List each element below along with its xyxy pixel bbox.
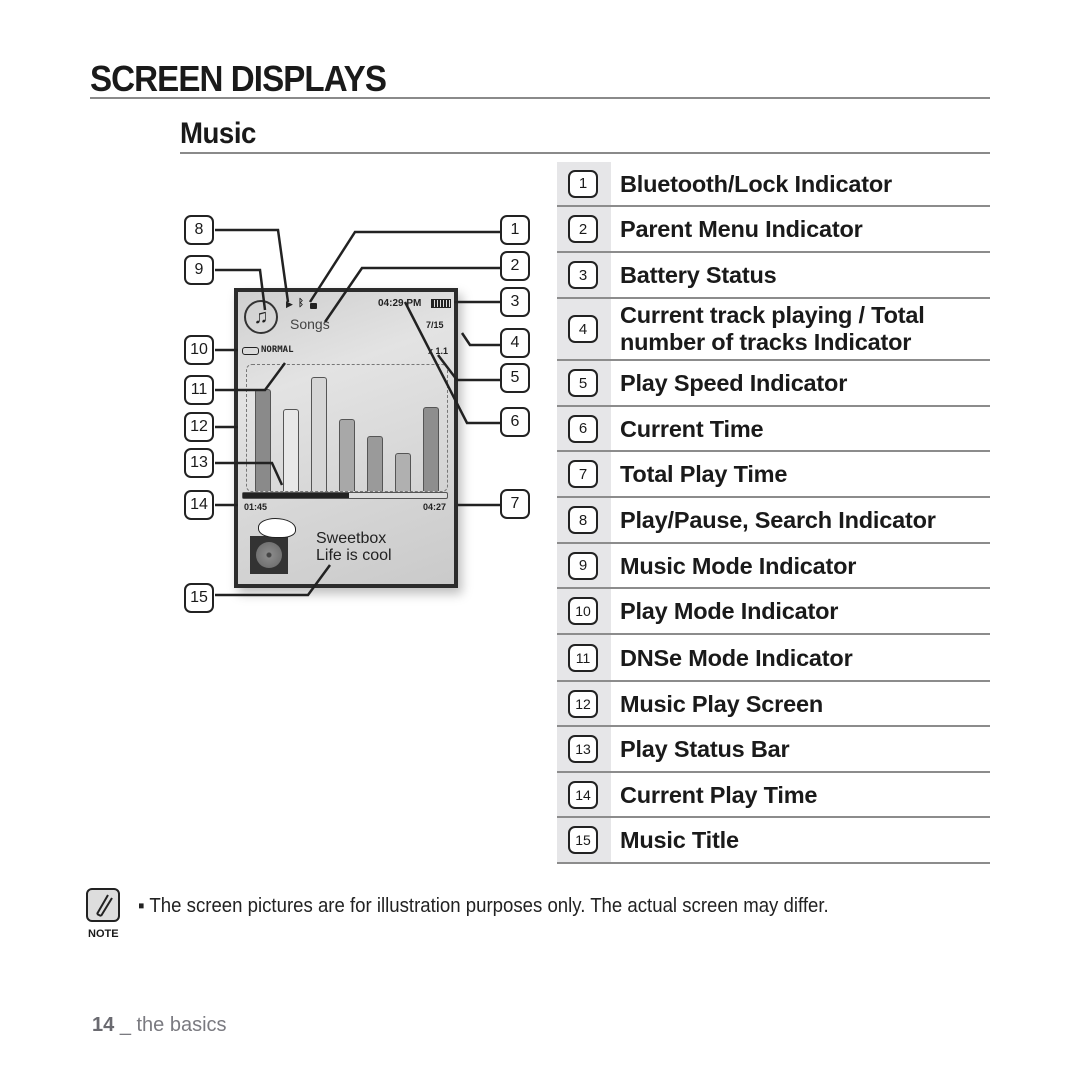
- callout-6: 6: [500, 407, 530, 437]
- legend-row: 13 Play Status Bar: [557, 727, 990, 773]
- note-text: ▪ The screen pictures are for illustrati…: [138, 895, 829, 918]
- legend-number-badge: 8: [568, 506, 598, 534]
- legend-number-badge: 13: [568, 735, 598, 763]
- callout-13: 13: [184, 448, 214, 478]
- legend-number-badge: 2: [568, 215, 598, 243]
- page-footer: 14 _ the basics: [92, 1014, 227, 1037]
- legend-label: Music Play Screen: [620, 690, 823, 717]
- callout-15: 15: [184, 583, 214, 613]
- legend-label: Music Title: [620, 827, 739, 853]
- legend-number-badge: 6: [568, 414, 598, 443]
- footer-section: the basics: [136, 1014, 227, 1036]
- legend-label: Music Mode Indicator: [620, 552, 857, 579]
- legend-number-badge: 4: [568, 315, 598, 343]
- legend-row: 2 Parent Menu Indicator: [557, 207, 990, 253]
- legend-label: Current Time: [620, 415, 764, 442]
- legend-row: 3 Battery Status: [557, 253, 990, 299]
- footer-separator: _: [119, 1014, 131, 1036]
- callout-10: 10: [184, 335, 214, 365]
- callout-leader-lines: [215, 228, 500, 597]
- legend-row: 11 DNSe Mode Indicator: [557, 635, 990, 682]
- legend-number-badge: 11: [568, 643, 598, 672]
- legend-label: Current track playing / Total number of …: [620, 302, 925, 355]
- legend-number-badge: 5: [568, 369, 598, 397]
- section-divider: [90, 97, 990, 99]
- legend-label: Play/Pause, Search Indicator: [620, 507, 936, 533]
- legend-table: 1 Bluetooth/Lock Indicator 2 Parent Menu In…: [557, 162, 990, 864]
- legend-number-badge: 7: [568, 460, 598, 488]
- legend-label: Current Play Time: [620, 781, 818, 808]
- callout-5: 5: [500, 363, 530, 393]
- legend-row: 10 Play Mode Indicator: [557, 589, 990, 635]
- legend-row: 1 Bluetooth/Lock Indicator: [557, 162, 990, 207]
- legend-number-badge: 14: [568, 780, 598, 809]
- legend-row: 6 Current Time: [557, 407, 990, 452]
- callout-12: 12: [184, 412, 214, 442]
- legend-row: 9 Music Mode Indicator: [557, 544, 990, 589]
- subsection-divider: [180, 152, 990, 154]
- legend-number-badge: 9: [568, 551, 598, 580]
- legend-row: 7 Total Play Time: [557, 452, 990, 498]
- callout-1: 1: [500, 215, 530, 245]
- note-bullet: ▪: [138, 895, 145, 917]
- legend-number-badge: 15: [568, 826, 598, 854]
- legend-number-badge: 1: [568, 169, 598, 198]
- note-caption: NOTE: [88, 928, 119, 940]
- legend-label: Battery Status: [620, 262, 777, 288]
- legend-label: Play Mode Indicator: [620, 598, 839, 624]
- legend-number-badge: 3: [568, 261, 598, 289]
- legend-row: 5 Play Speed Indicator: [557, 361, 990, 407]
- legend-label: Parent Menu Indicator: [620, 216, 863, 242]
- legend-label: Play Status Bar: [620, 736, 790, 762]
- callout-9: 9: [184, 255, 214, 285]
- callout-2: 2: [500, 251, 530, 281]
- legend-label: DNSe Mode Indicator: [620, 644, 853, 671]
- legend-row: 15 Music Title: [557, 818, 990, 864]
- section-title: SCREEN DISPLAYS: [90, 58, 387, 99]
- callout-3: 3: [500, 287, 530, 317]
- callout-14: 14: [184, 490, 214, 520]
- legend-number-badge: 10: [568, 597, 598, 625]
- page-number: 14: [92, 1014, 115, 1036]
- note-body: The screen pictures are for illustration…: [149, 895, 829, 917]
- pencil-note-icon: [86, 888, 120, 922]
- legend-label: Play Speed Indicator: [620, 370, 848, 396]
- callout-11: 11: [184, 375, 214, 405]
- callout-4: 4: [500, 328, 530, 358]
- legend-row: 8 Play/Pause, Search Indicator: [557, 498, 990, 544]
- legend-label: Total Play Time: [620, 461, 788, 487]
- callout-7: 7: [500, 489, 530, 519]
- subsection-title: Music: [180, 117, 256, 150]
- device-figure: ♫ ▶ ᛒ Songs 04:29 PM 7/15 NORMAL x 1.1 0…: [170, 205, 550, 625]
- legend-label: Bluetooth/Lock Indicator: [620, 170, 892, 197]
- legend-row: 12 Music Play Screen: [557, 682, 990, 727]
- legend-row: 4 Current track playing / Total number of…: [557, 299, 990, 361]
- callout-8: 8: [184, 215, 214, 245]
- legend-row: 14 Current Play Time: [557, 773, 990, 818]
- legend-number-badge: 12: [568, 689, 598, 718]
